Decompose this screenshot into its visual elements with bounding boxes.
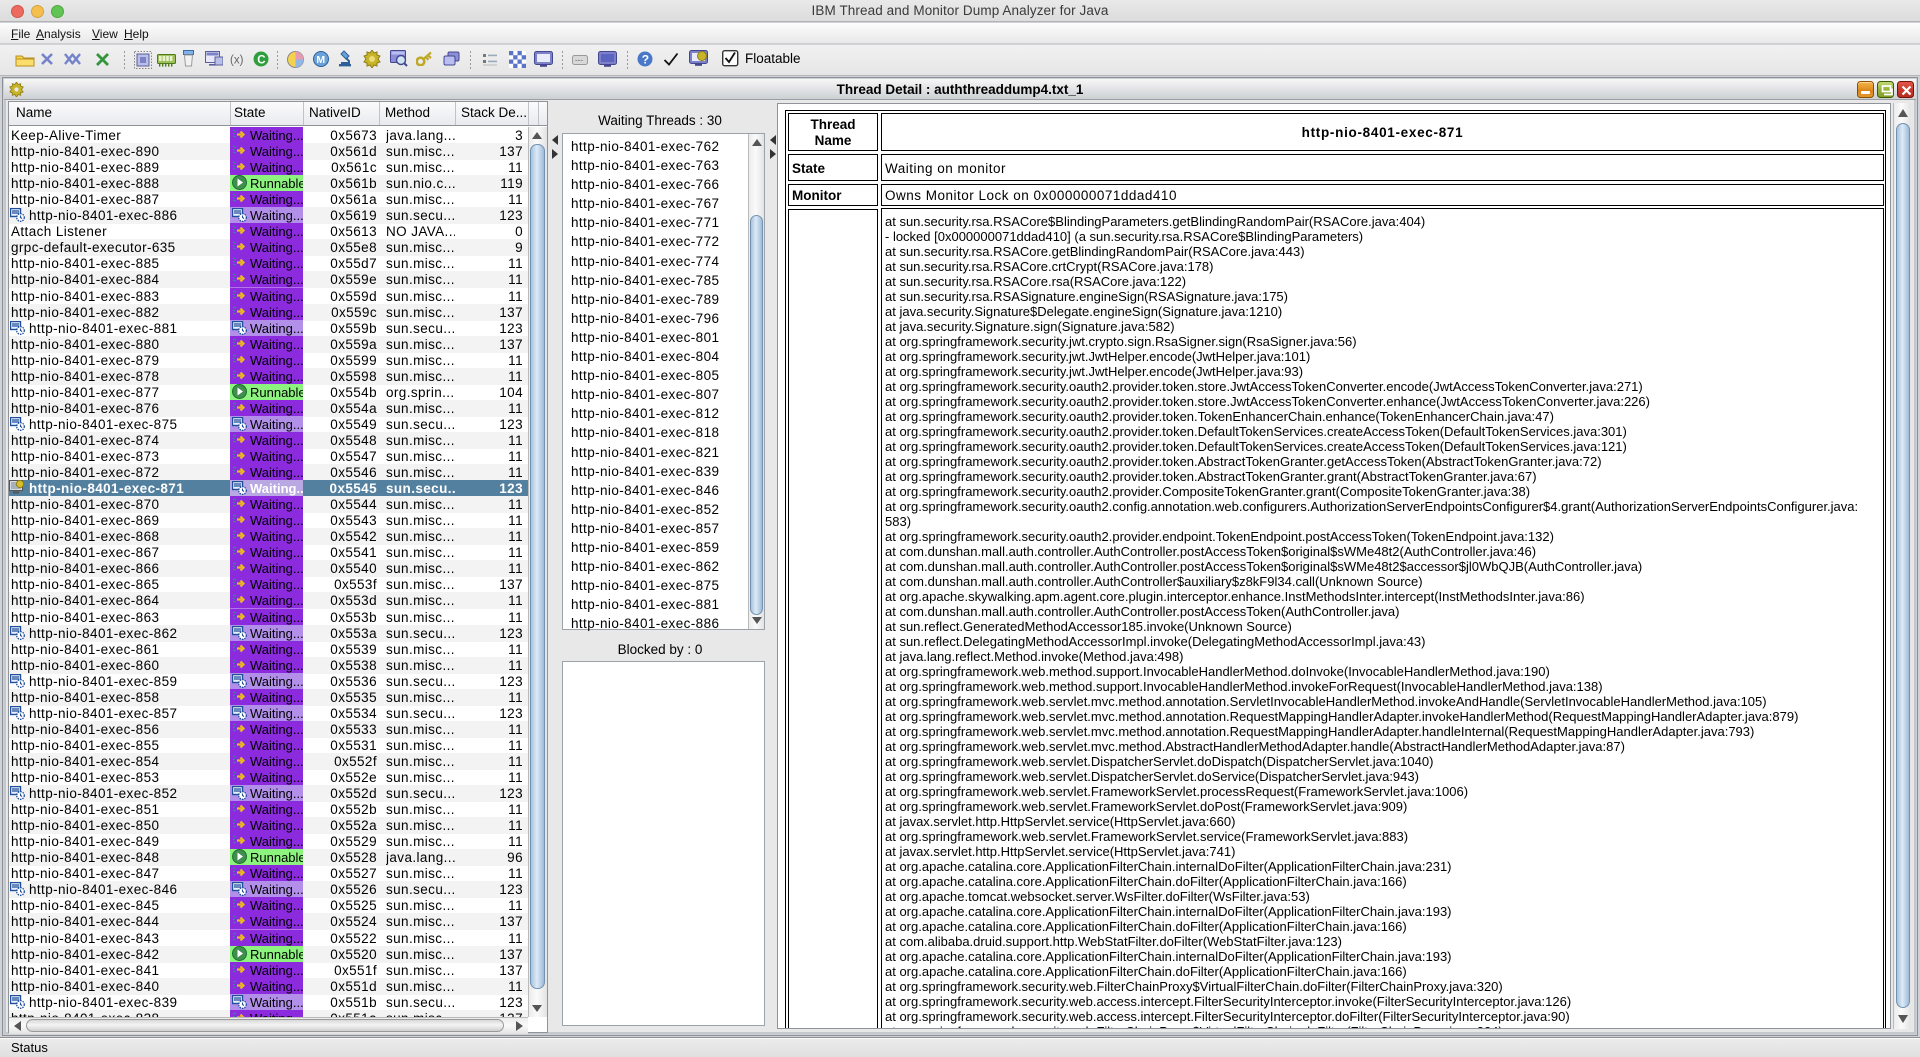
svg-text:---: --- (575, 56, 583, 65)
svg-text:?: ? (642, 52, 649, 66)
svg-text:(x): (x) (230, 55, 244, 67)
svg-text:C: C (257, 54, 265, 66)
svg-text:M: M (316, 54, 325, 66)
